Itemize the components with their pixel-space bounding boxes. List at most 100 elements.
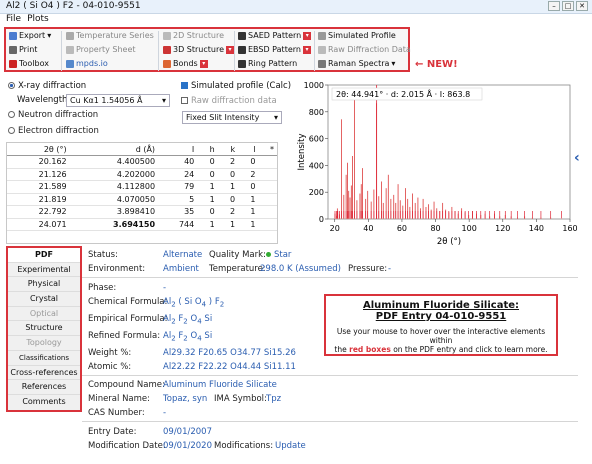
tab-experimental[interactable]: Experimental xyxy=(8,263,80,278)
table-row[interactable]: 24.071 3.694150 744 1 1 1 xyxy=(7,218,277,231)
dropdown-icon: ▾ xyxy=(199,59,208,68)
structure-3d-button[interactable]: 3D Structure ▾ xyxy=(163,45,235,54)
temperature-label: Temperature: xyxy=(209,264,266,274)
quality-value[interactable]: Star xyxy=(274,250,291,260)
tab-crystal[interactable]: Crystal xyxy=(8,292,80,307)
empirical-formula-value[interactable]: Al2 F2 O4 Si xyxy=(163,314,212,326)
modifications-value[interactable]: Update xyxy=(275,441,306,451)
atomic-value: Al22.22 F22.22 O44.44 Si11.11 xyxy=(163,362,296,372)
menu-file[interactable]: File xyxy=(6,14,21,24)
cas-number-label: CAS Number: xyxy=(88,408,145,418)
mineral-name-label: Mineral Name: xyxy=(88,394,151,404)
chevron-down-icon: ▾ xyxy=(161,96,166,105)
tab-classifications[interactable]: Classifications xyxy=(8,351,80,366)
raw-diffraction-button[interactable]: Raw Diffraction Data xyxy=(318,45,411,54)
dropdown-icon: ▾ xyxy=(302,45,311,54)
ebsd-pattern-button[interactable]: EBSD Pattern ▾ xyxy=(238,45,311,54)
raw-data-checkbox[interactable]: Raw diffraction data xyxy=(181,96,277,106)
radio-off-icon xyxy=(8,111,15,118)
temperature-value: 298.0 K (Assumed) xyxy=(260,264,341,274)
mpds-icon xyxy=(66,59,74,68)
raman-spectra-button[interactable]: Raman Spectra ▾ xyxy=(318,59,395,68)
table-row[interactable]: 21.126 4.202000 24 0 0 2 xyxy=(7,168,277,181)
electron-radio[interactable]: Electron diffraction xyxy=(8,126,99,136)
diffraction-chart[interactable]: 0 200 400 600 800 1000 20 40 60 80 100 120 140 160 2θ:… xyxy=(296,79,580,247)
simulated-profile-button[interactable]: Simulated Profile xyxy=(318,31,396,40)
y-tick-label: 200 xyxy=(309,188,324,197)
info-box-subtitle: PDF Entry 04-010-9551 xyxy=(375,311,507,322)
checkbox-icon xyxy=(181,97,188,104)
x-tick-label: 160 xyxy=(562,224,577,233)
weight-label: Weight %: xyxy=(88,348,132,358)
tab-structure[interactable]: Structure xyxy=(8,321,80,337)
tab-physical[interactable]: Physical xyxy=(8,277,80,293)
close-button[interactable]: ✕ xyxy=(576,1,588,11)
xray-radio[interactable]: X-ray diffraction xyxy=(8,81,86,91)
info-box-body2: the red boxes on the PDF entry and click… xyxy=(334,345,548,354)
col-2theta: 2θ (°) xyxy=(7,143,70,156)
tab-optical[interactable]: Optical xyxy=(8,307,80,322)
chevron-left-icon[interactable]: ‹ xyxy=(574,150,580,166)
refined-formula-value[interactable]: Al2 F2 O4 Si xyxy=(163,331,212,343)
maximize-button[interactable]: □ xyxy=(562,1,574,11)
window-controls: – □ ✕ xyxy=(548,1,588,11)
export-button[interactable]: Export ▾ xyxy=(9,31,51,40)
table-header-row: 2θ (°) d (Å) Ih k l * xyxy=(7,143,277,156)
y-tick-label: 0 xyxy=(319,215,324,224)
window-title: Al2 ( Si O4 ) F2 - 04-010-9551 xyxy=(6,1,141,11)
simulated-profile-checkbox[interactable]: Simulated profile (Calc) xyxy=(181,81,291,91)
entry-date-label: Entry Date: xyxy=(88,427,137,437)
sheet-icon xyxy=(66,45,74,54)
chemical-formula-value[interactable]: Al2 ( Si O4 ) F2 xyxy=(163,297,224,309)
modification-date-label: Modification Date: xyxy=(88,441,166,451)
environment-value: Ambient xyxy=(163,264,199,274)
x-tick-label: 80 xyxy=(430,224,440,233)
x-tick-label: 140 xyxy=(529,224,544,233)
menu-plots[interactable]: Plots xyxy=(27,14,49,24)
atomic-label: Atomic %: xyxy=(88,362,132,372)
y-tick-label: 1000 xyxy=(304,81,324,90)
star-dot-icon xyxy=(266,252,271,257)
property-sheet-button[interactable]: Property Sheet xyxy=(66,45,136,54)
saed-pattern-button[interactable]: SAED Pattern ▾ xyxy=(238,31,312,40)
mineral-name-value: Topaz, syn xyxy=(163,394,208,404)
col-d: d (Å) xyxy=(69,143,159,156)
table-row[interactable]: 20.162 4.400500 40 0 2 0 xyxy=(7,155,277,169)
structure-3d-icon xyxy=(163,45,171,54)
reflection-table: 2θ (°) d (Å) Ih k l * 20.162 4.400500 40 0 2 0 21.… xyxy=(6,142,278,244)
ima-symbol-value: Tpz xyxy=(266,394,282,404)
tab-topology[interactable]: Topology xyxy=(8,336,80,351)
new-label: ← NEW! xyxy=(415,59,458,70)
info-box: Aluminum Fluoride Silicate: PDF Entry 04… xyxy=(324,294,558,356)
print-button[interactable]: Print xyxy=(9,45,37,54)
phase-value: - xyxy=(163,283,167,293)
profile-icon xyxy=(318,31,326,40)
temperature-series-button[interactable]: Temperature Series xyxy=(66,31,154,40)
ima-symbol-label: IMA Symbol: xyxy=(214,394,267,404)
tab-cross-references[interactable]: Cross-references xyxy=(8,366,80,381)
toolbox-button[interactable]: Toolbox xyxy=(9,59,49,68)
minimize-button[interactable]: – xyxy=(548,1,560,11)
tab-comments[interactable]: Comments xyxy=(8,395,80,410)
col-i: I xyxy=(158,143,198,156)
cas-number-value: - xyxy=(163,408,167,418)
neutron-radio[interactable]: Neutron diffraction xyxy=(8,110,98,120)
table-row[interactable]: 21.589 4.112800 79 1 1 0 xyxy=(7,180,277,194)
wavelength-select[interactable]: Cu Kα1 1.54056 Å ▾ xyxy=(66,94,170,107)
ring-pattern-button[interactable]: Ring Pattern xyxy=(238,59,297,68)
info-box-body: Use your mouse to hover over the interac… xyxy=(336,327,546,345)
structure-2d-button[interactable]: 2D Structure xyxy=(163,31,224,40)
tab-references[interactable]: References xyxy=(8,380,80,395)
tab-pdf[interactable]: PDF xyxy=(8,248,80,263)
empirical-formula-label: Empirical Formula: xyxy=(88,314,168,324)
bonds-button[interactable]: Bonds ▾ xyxy=(163,59,208,68)
raman-icon xyxy=(318,59,326,68)
compound-name-value: Aluminum Fluoride Silicate xyxy=(163,380,277,390)
table-row[interactable]: 21.819 4.070050 5 1 0 1 xyxy=(7,193,277,206)
structure-2d-icon xyxy=(163,31,171,40)
mpds-link[interactable]: mpds.io xyxy=(66,59,108,68)
slit-select[interactable]: Fixed Slit Intensity ▾ xyxy=(182,111,282,124)
status-value[interactable]: Alternate xyxy=(163,250,202,260)
table-row[interactable]: 22.792 3.898410 35 0 2 1 xyxy=(7,205,277,219)
reflection-grid: 2θ (°) d (Å) Ih k l * 20.162 4.400500 40 0 2 0 21.… xyxy=(7,143,277,231)
